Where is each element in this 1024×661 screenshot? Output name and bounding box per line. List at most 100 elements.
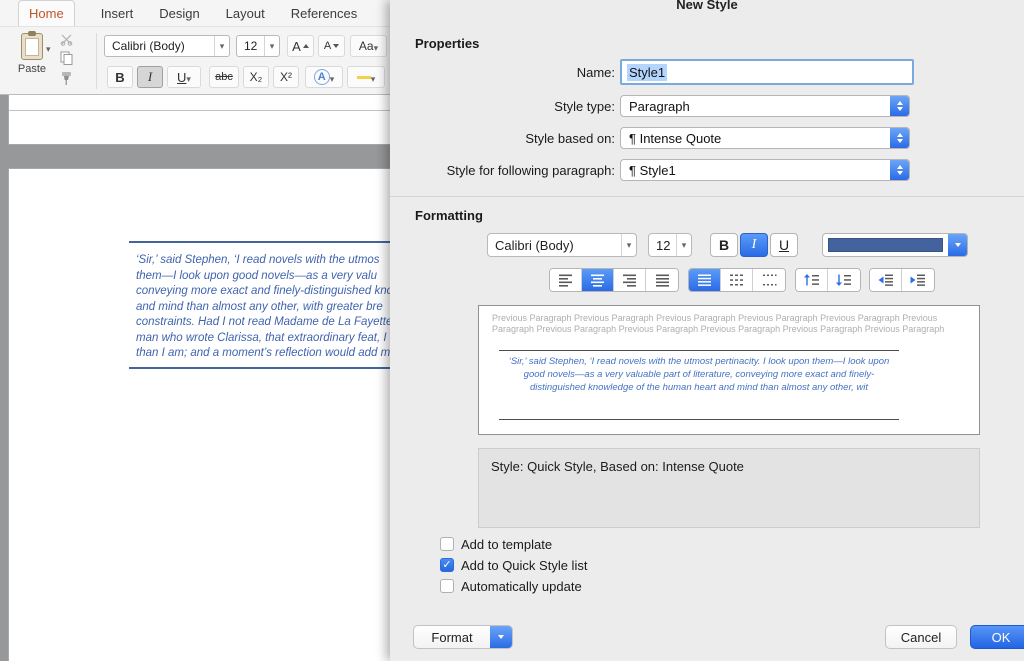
scissors-icon [60, 34, 73, 46]
align-justify-icon [655, 274, 669, 287]
caret-down-icon [264, 36, 279, 56]
align-right-button[interactable] [614, 269, 646, 291]
paintbrush-icon [62, 72, 71, 85]
dialog-bold-button[interactable]: B [710, 233, 738, 257]
automatically-update-checkbox[interactable] [440, 579, 454, 593]
indent-group [869, 268, 935, 292]
caret-down-icon [374, 39, 379, 54]
font-color-swatch [828, 238, 943, 252]
add-to-template-checkbox[interactable] [440, 537, 454, 551]
caret-down-icon [676, 234, 691, 256]
style-name-input[interactable]: Style1 [620, 59, 914, 85]
font-color-picker[interactable] [822, 233, 968, 257]
add-to-quick-style-label: Add to Quick Style list [461, 558, 588, 573]
following-paragraph-select[interactable]: ¶ Style1 [620, 159, 910, 181]
line-spacing-group [688, 268, 786, 292]
align-left-button[interactable] [550, 269, 582, 291]
add-to-quick-style-checkbox[interactable] [440, 558, 454, 572]
ok-button[interactable]: OK [970, 625, 1024, 649]
style-preview: Previous Paragraph Previous Paragraph Pr… [478, 305, 980, 435]
style-based-on-label: Style based on: [525, 131, 615, 146]
one-half-spacing-button[interactable] [721, 269, 753, 291]
caret-down-icon [330, 70, 335, 85]
group-divider [96, 33, 97, 89]
stepper-icon [890, 96, 909, 116]
dialog-font-name-combo[interactable]: Calibri (Body) [487, 233, 637, 257]
tab-references[interactable]: References [291, 1, 357, 26]
align-center-icon [591, 274, 604, 287]
grow-font-button[interactable]: A [287, 35, 314, 57]
quote-line: constraints. Had I not read Madame de La… [136, 316, 396, 328]
copy-button[interactable] [60, 51, 74, 71]
paragraph-spacing-group [795, 268, 861, 292]
single-spacing-button[interactable] [689, 269, 721, 291]
format-painter-button[interactable] [60, 71, 73, 91]
tab-design[interactable]: Design [159, 1, 199, 26]
increase-space-after-button[interactable] [828, 269, 860, 291]
font-name-combo[interactable]: Calibri (Body) [104, 35, 230, 57]
shrink-font-button[interactable]: A [318, 35, 345, 57]
quote-line: and mind than almost any other, with gre… [136, 300, 383, 313]
caret-down-icon [214, 36, 229, 56]
superscript-button[interactable]: X² [273, 66, 299, 88]
preview-quote-top-border [499, 350, 899, 351]
quote-line: man who wrote Clarissa, that extraordina… [136, 331, 396, 344]
dialog-italic-button[interactable]: I [740, 233, 768, 257]
tab-insert[interactable]: Insert [101, 1, 134, 26]
paste-label: Paste [17, 63, 47, 75]
one-half-spacing-icon [730, 274, 743, 286]
caret-down-icon [371, 70, 376, 85]
dialog-title: New Style [676, 0, 738, 12]
space-before-icon [803, 274, 819, 286]
quote-line: them—I look upon good novels—as a very v… [136, 269, 377, 282]
dialog-font-size-combo[interactable]: 12 [648, 233, 692, 257]
indent-right-icon [910, 274, 925, 286]
underline-button[interactable]: U [167, 66, 201, 88]
align-right-icon [623, 274, 636, 287]
decrease-indent-button[interactable] [870, 269, 902, 291]
double-spacing-button[interactable] [753, 269, 785, 291]
font-size-combo[interactable]: 12 [236, 35, 280, 57]
change-case-button[interactable]: Aa [350, 35, 387, 57]
increase-space-before-button[interactable] [796, 269, 828, 291]
space-after-icon [836, 274, 851, 286]
align-left-icon [559, 274, 572, 287]
style-description: Style: Quick Style, Based on: Intense Qu… [478, 448, 980, 528]
tab-layout[interactable]: Layout [226, 1, 265, 26]
previous-paragraph-text: Previous Paragraph Previous Paragraph Pr… [492, 313, 945, 334]
style-type-label: Style type: [554, 99, 615, 114]
format-menu-button[interactable]: Format [413, 625, 513, 649]
triangle-down-icon [333, 44, 340, 48]
style-type-select[interactable]: Paragraph [620, 95, 910, 117]
automatically-update-label: Automatically update [461, 579, 582, 594]
strikethrough-button[interactable]: abc [209, 66, 239, 88]
formatting-section-label: Formatting [415, 208, 483, 223]
subscript-button[interactable]: X₂ [243, 66, 269, 88]
text-effects-button[interactable]: A [305, 66, 343, 88]
selected-text: Style1 [627, 63, 668, 81]
highlight-color-button[interactable] [347, 66, 385, 88]
following-paragraph-label: Style for following paragraph: [446, 163, 615, 178]
dialog-underline-button[interactable]: U [770, 233, 798, 257]
caret-down-icon [186, 70, 191, 85]
alignment-group [549, 268, 679, 292]
align-center-button[interactable] [582, 269, 614, 291]
chevron-down-icon [490, 626, 512, 648]
preview-quote-bottom-border [499, 419, 899, 420]
properties-section-label: Properties [415, 36, 480, 51]
triangle-up-icon [302, 44, 309, 48]
clipboard-icon [21, 31, 43, 60]
cut-button[interactable] [60, 33, 73, 51]
increase-indent-button[interactable] [902, 269, 934, 291]
preview-quote-text: ‘Sir,’ said Stephen, ‘I read novels with… [508, 356, 890, 393]
italic-button[interactable]: I [137, 66, 163, 88]
style-based-on-select[interactable]: ¶ Intense Quote [620, 127, 910, 149]
align-justify-button[interactable] [646, 269, 678, 291]
bold-button[interactable]: B [107, 66, 133, 88]
cancel-button[interactable]: Cancel [885, 625, 957, 649]
add-to-template-label: Add to template [461, 537, 553, 552]
paste-caret-down-icon[interactable] [46, 39, 51, 57]
quote-line: ‘Sir,’ said Stephen, ‘I read novels with… [136, 254, 380, 266]
tab-home[interactable]: Home [18, 0, 75, 26]
intense-quote-paragraph: ‘Sir,’ said Stephen, ‘I read novels with… [136, 253, 396, 362]
